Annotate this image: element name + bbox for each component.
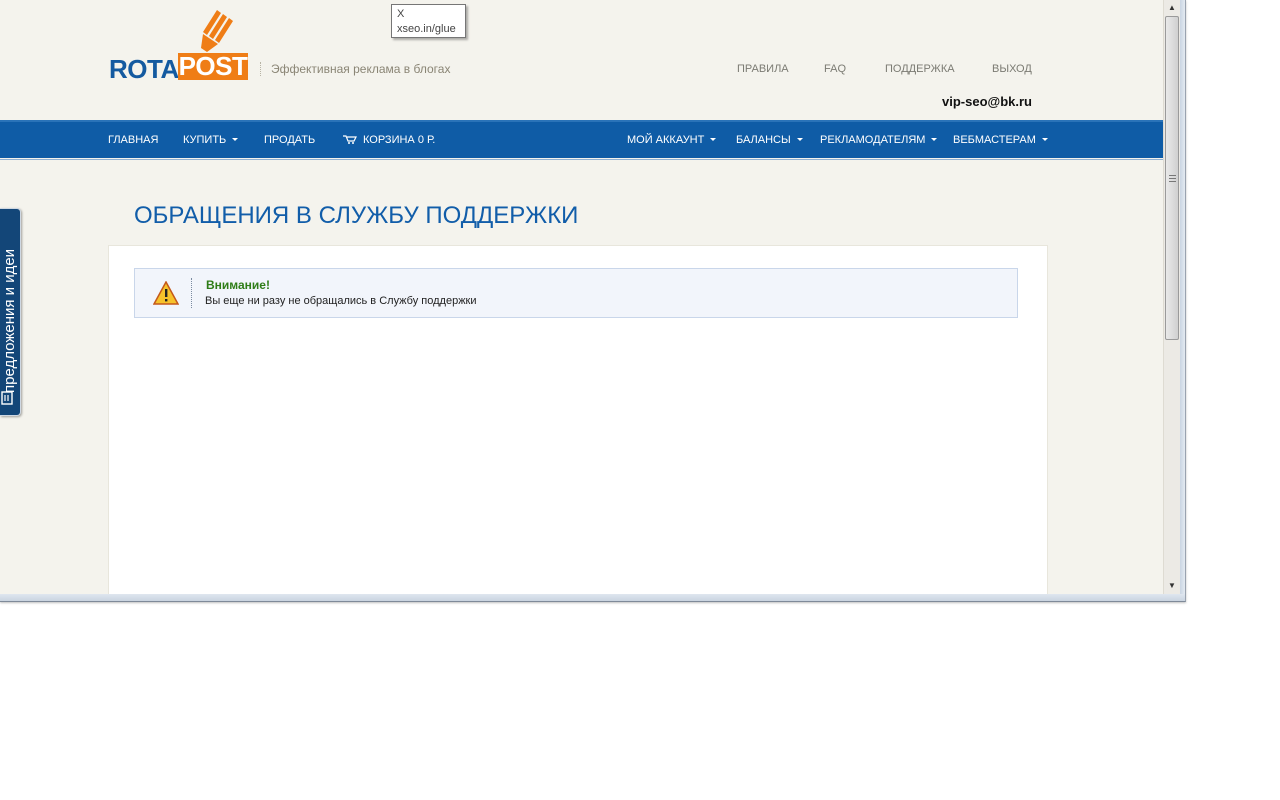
nav-underline [0,156,1163,158]
alert-message: Вы еще ни разу не обращались в Службу по… [205,295,477,307]
chevron-down-icon [931,137,938,141]
site-logo[interactable]: ROTA POST [109,8,254,84]
nav-balances-label: БАЛАНСЫ [736,134,791,146]
nav-advertisers[interactable]: РЕКЛАМОДАТЕЛЯМ [820,134,938,146]
vertical-scrollbar[interactable]: ▲ ▼ [1163,0,1180,594]
chevron-down-icon [232,137,239,141]
browser-window: ROTA POST Эффективная реклама в блогах П… [0,0,1186,602]
nav-advertisers-label: РЕКЛАМОДАТЕЛЯМ [820,134,926,146]
feedback-tab[interactable]: предложения и идеи [0,208,21,416]
grip-icon [1169,175,1176,182]
page-viewport: ROTA POST Эффективная реклама в блогах П… [0,0,1163,594]
nav-webmasters[interactable]: ВЕБМАСТЕРАМ [953,134,1048,146]
tooltip-line-2: xseo.in/glue [397,23,456,35]
page-title: ОБРАЩЕНИЯ В СЛУЖБУ ПОДДЕРЖКИ [134,202,579,229]
feedback-icon [1,391,13,405]
chevron-down-icon [796,137,803,141]
feedback-tab-label: предложения и идеи [1,248,18,393]
chevron-down-icon [1041,137,1048,141]
user-email[interactable]: vip-seo@bk.ru [942,94,1032,109]
nav-my-account[interactable]: МОЙ АККАУНТ [627,134,717,146]
window-frame-edge [1180,0,1185,594]
top-link-support[interactable]: ПОДДЕРЖКА [885,63,955,75]
warning-alert: Внимание! Вы еще ни разу не обращались в… [134,268,1018,318]
nav-underline-light [0,159,1163,160]
window-bottom-frame [0,594,1185,601]
scrollbar-thumb[interactable] [1165,16,1179,340]
nav-sell[interactable]: ПРОДАТЬ [264,134,315,146]
top-link-faq[interactable]: FAQ [824,63,846,75]
cart-icon [343,135,357,145]
nav-buy-label: КУПИТЬ [183,134,227,146]
chevron-down-icon [710,137,717,141]
logo-text-post: POST [178,51,248,81]
content-panel: Внимание! Вы еще ни разу не обращались в… [108,245,1048,594]
nav-cart-label: КОРЗИНА 0 Р. [363,134,436,146]
scroll-up-arrow-icon[interactable]: ▲ [1164,0,1180,16]
logo-text-rota: ROTA [109,54,179,84]
nav-buy[interactable]: КУПИТЬ [183,134,239,146]
alert-title: Внимание! [206,278,270,292]
top-link-rules[interactable]: ПРАВИЛА [737,63,789,75]
nav-home[interactable]: ГЛАВНАЯ [108,134,158,146]
nav-cart[interactable]: КОРЗИНА 0 Р. [343,134,435,146]
pencil-logo-icon [201,10,233,52]
link-tooltip: X xseo.in/glue [391,4,466,38]
scroll-down-arrow-icon[interactable]: ▼ [1164,578,1180,594]
nav-balances[interactable]: БАЛАНСЫ [736,134,803,146]
tooltip-line-1: X [397,8,405,20]
warning-icon [153,281,179,305]
main-nav: ГЛАВНАЯ КУПИТЬ ПРОДАТЬ КОРЗИНА 0 Р. МОЙ … [0,120,1163,156]
nav-sell-label: ПРОДАТЬ [264,134,316,146]
alert-divider [191,278,192,308]
nav-home-label: ГЛАВНАЯ [108,134,159,146]
site-tagline: Эффективная реклама в блогах [260,62,450,76]
nav-my-account-label: МОЙ АККАУНТ [627,134,705,146]
top-link-logout[interactable]: ВЫХОД [992,63,1032,75]
nav-webmasters-label: ВЕБМАСТЕРАМ [953,134,1036,146]
